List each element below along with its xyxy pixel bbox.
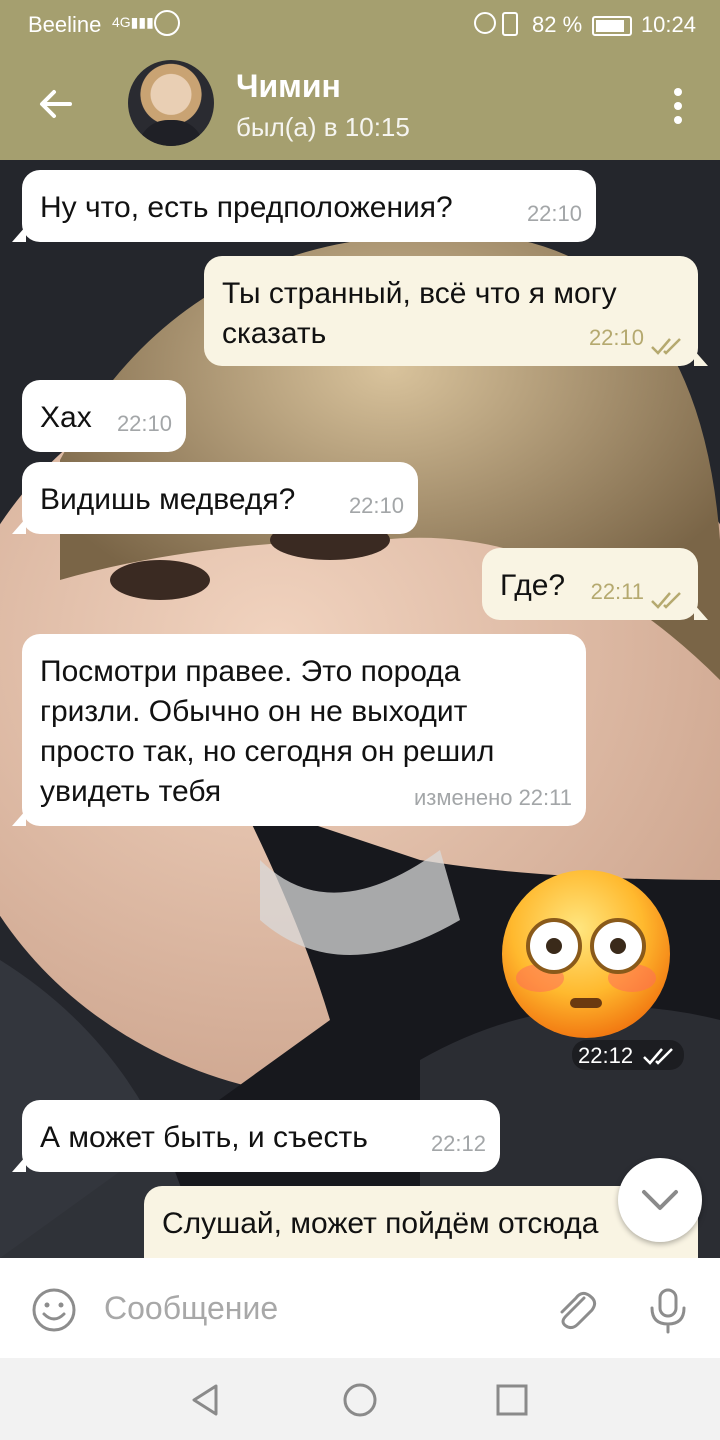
double-check-icon bbox=[651, 338, 681, 355]
navigation-bar bbox=[0, 1358, 720, 1440]
contact-name[interactable]: Чимин bbox=[236, 68, 341, 105]
message-text-line: Посмотри правее. Это порода bbox=[40, 655, 461, 688]
contact-status: был(а) в 10:15 bbox=[236, 112, 410, 142]
alarm-icon bbox=[474, 12, 496, 34]
message-incoming[interactable]: Ну что, есть предположения? 22:10 bbox=[12, 170, 596, 242]
more-menu-icon[interactable] bbox=[672, 86, 684, 126]
message-text-line: увидеть тебя bbox=[40, 775, 222, 808]
message-text-line: гризли. Обычно он не выходит bbox=[40, 695, 468, 728]
whatsapp-icon bbox=[154, 10, 180, 36]
chevron-down-icon bbox=[642, 1190, 678, 1210]
message-text-line: Ты странный, всё что я могу bbox=[222, 277, 617, 310]
signal-icon: 4G▮▮▮ bbox=[112, 14, 154, 30]
double-check-icon bbox=[643, 1048, 673, 1065]
message-time: 22:10 bbox=[116, 411, 172, 436]
message-time: изменено 22:11 bbox=[413, 785, 572, 810]
message-outgoing[interactable]: Ты странный, всё что я могу сказать 22:1… bbox=[204, 256, 708, 366]
battery-icon bbox=[592, 16, 632, 36]
message-outgoing[interactable]: Слушай, может пойдём отсюда 22:12 bbox=[144, 1186, 698, 1258]
back-nav-icon[interactable] bbox=[186, 1380, 226, 1420]
carrier-label: Beeline bbox=[28, 12, 102, 37]
message-time: 22:10 bbox=[526, 201, 582, 226]
avatar[interactable] bbox=[128, 60, 214, 146]
chat-header: Чимин был(а) в 10:15 bbox=[0, 48, 720, 160]
message-text-line: сказать bbox=[222, 317, 327, 350]
message-outgoing[interactable]: Где? 22:11 bbox=[482, 548, 708, 620]
message-time: 22:12 bbox=[589, 1248, 644, 1258]
message-emoji[interactable] bbox=[498, 866, 674, 1042]
message-text: А может быть, и съесть bbox=[40, 1121, 368, 1154]
back-arrow-icon[interactable] bbox=[36, 84, 76, 124]
flushed-face-emoji-icon bbox=[502, 870, 670, 1038]
emoji-icon[interactable] bbox=[30, 1286, 78, 1334]
message-time: 22:11 bbox=[590, 579, 644, 604]
message-text: Хах bbox=[40, 401, 92, 434]
message-incoming[interactable]: А может быть, и съесть 22:12 bbox=[12, 1100, 500, 1172]
message-text: Ну что, есть предположения? bbox=[40, 191, 453, 224]
message-time: 22:10 bbox=[588, 325, 644, 350]
emoji-time-badge: 22:12 bbox=[572, 1040, 684, 1070]
double-check-icon bbox=[651, 592, 681, 609]
home-nav-icon[interactable] bbox=[340, 1380, 380, 1420]
chat-area[interactable]: Ну что, есть предположения? 22:10 Ты стр… bbox=[0, 160, 720, 1258]
message-input[interactable]: Сообщение bbox=[104, 1290, 278, 1327]
message-input-bar: Сообщение bbox=[0, 1258, 720, 1358]
status-bar: Beeline 4G▮▮▮ 82 % 10:24 bbox=[0, 0, 720, 48]
vibrate-icon bbox=[502, 12, 518, 36]
message-text-line: просто так, но сегодня он решил bbox=[40, 735, 495, 768]
message-incoming[interactable]: Хах 22:10 bbox=[22, 380, 186, 452]
recents-nav-icon[interactable] bbox=[492, 1380, 532, 1420]
message-incoming[interactable]: Видишь медведя? 22:10 bbox=[12, 462, 418, 534]
message-time: 22:10 bbox=[348, 493, 404, 518]
scroll-down-button[interactable] bbox=[618, 1158, 702, 1242]
clock: 10:24 bbox=[640, 12, 696, 37]
microphone-icon[interactable] bbox=[644, 1284, 692, 1336]
message-time: 22:12 bbox=[578, 1043, 634, 1068]
message-incoming[interactable]: Посмотри правее. Это порода гризли. Обыч… bbox=[12, 634, 586, 826]
paperclip-icon[interactable] bbox=[552, 1286, 600, 1334]
message-text: Где? bbox=[500, 569, 566, 602]
message-text: Слушай, может пойдём отсюда bbox=[162, 1207, 599, 1240]
message-text: Видишь медведя? bbox=[40, 483, 296, 516]
message-time: 22:12 bbox=[430, 1131, 486, 1156]
battery-percent: 82 % bbox=[532, 12, 583, 37]
